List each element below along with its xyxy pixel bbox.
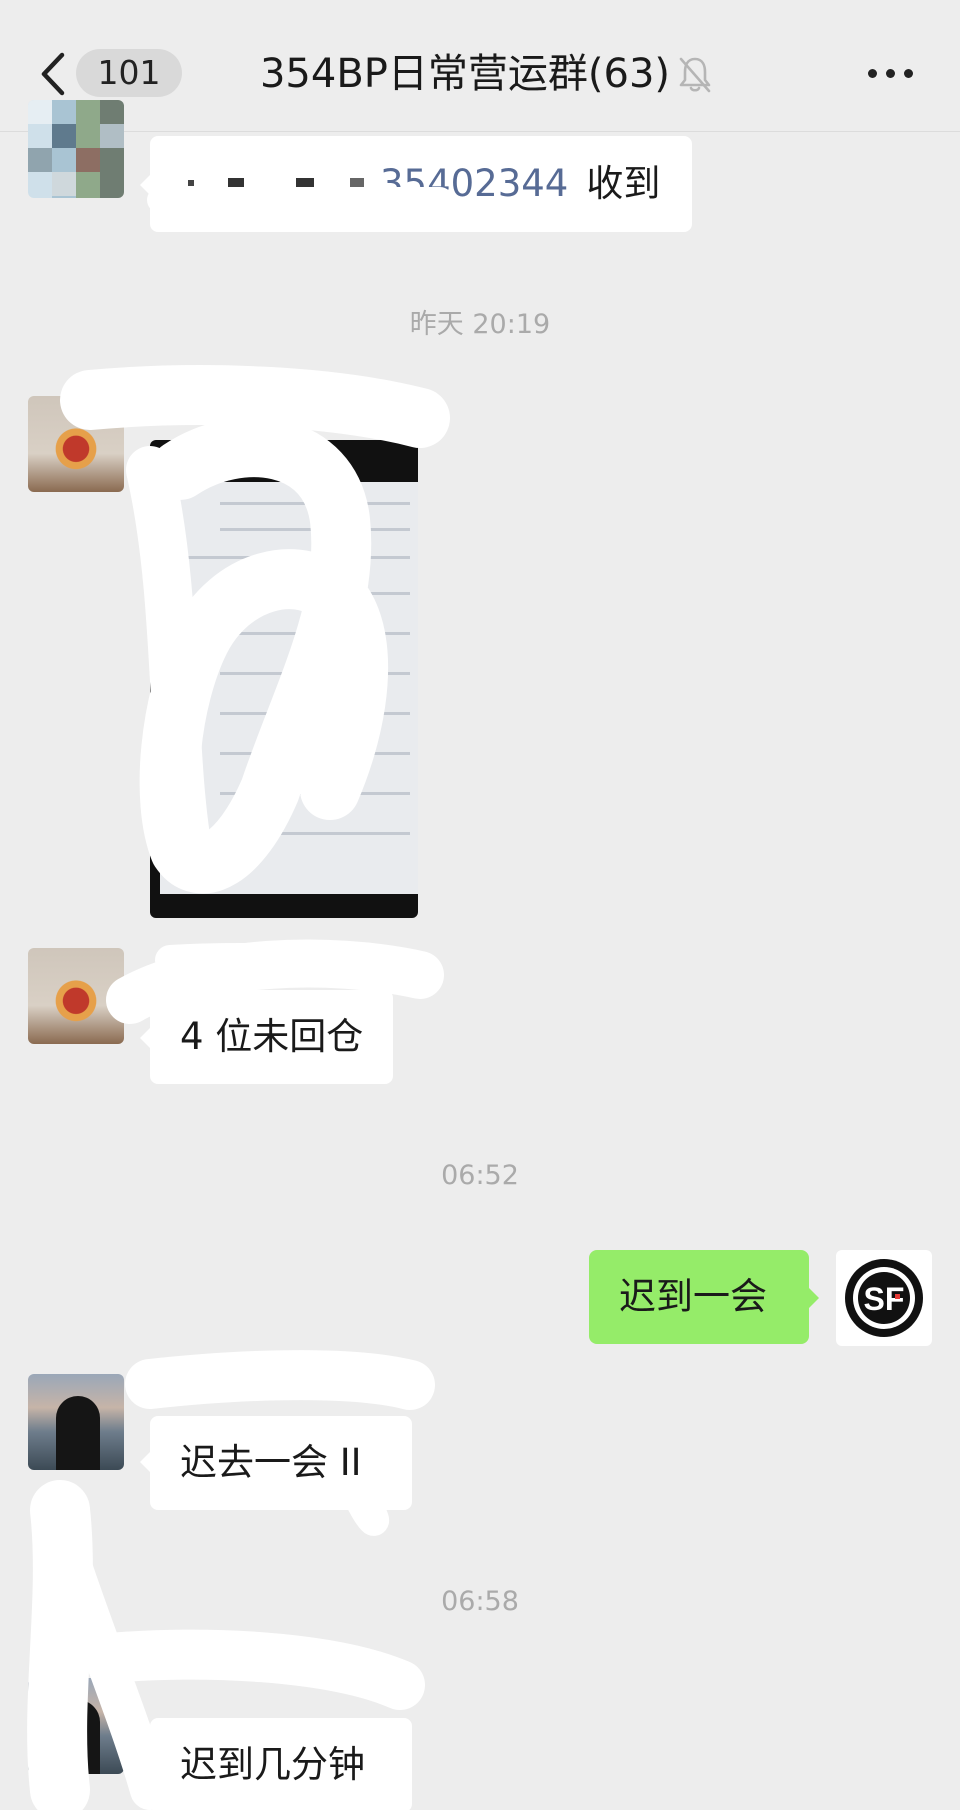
chevron-left-icon: [41, 52, 65, 96]
unread-count-badge: 101: [76, 49, 182, 97]
message-text: 收到: [586, 161, 661, 205]
bubble-tail: [140, 1452, 150, 1472]
bubble-tail: [140, 175, 150, 195]
message-bubble[interactable]: 迟去一会 II: [150, 1416, 412, 1510]
timestamp: 06:58: [441, 1586, 519, 1617]
phone-number-link[interactable]: 35402344: [380, 162, 568, 206]
message-text: 迟到一会: [619, 1274, 767, 1318]
screenshot-thumbnail: [160, 482, 418, 894]
message-bubble[interactable]: 4 位未回仓: [150, 990, 394, 1084]
avatar[interactable]: [28, 396, 124, 492]
message-bubble[interactable]: 35402344 收到: [150, 136, 692, 232]
redacted-text: [180, 162, 380, 206]
timestamp: 06:52: [441, 1160, 519, 1191]
bubble-tail: [809, 1288, 819, 1308]
back-button[interactable]: 101: [30, 45, 182, 101]
avatar[interactable]: [28, 100, 124, 198]
message-text: 迟去一会 II: [180, 1440, 362, 1484]
chat-title: 354BP日常营运群(63): [259, 51, 671, 97]
timestamp: 昨天 20:19: [409, 309, 551, 340]
bell-mute-icon: [679, 57, 711, 93]
sf-logo-icon: SF: [845, 1259, 923, 1337]
avatar[interactable]: [28, 1374, 124, 1470]
message-bubble[interactable]: 迟到一会: [589, 1250, 809, 1344]
bubble-tail: [140, 1028, 150, 1048]
message-bubble[interactable]: 迟到几分钟: [150, 1718, 412, 1810]
chat-header: 101 354BP日常营运群(63): [0, 0, 960, 132]
more-button[interactable]: [862, 58, 922, 88]
message-text: 迟到几分钟: [180, 1742, 365, 1786]
image-message[interactable]: [150, 440, 418, 918]
avatar-sf[interactable]: SF: [836, 1250, 932, 1346]
bubble-tail: [140, 1752, 150, 1772]
avatar[interactable]: [28, 948, 124, 1044]
avatar[interactable]: [28, 1678, 124, 1774]
message-text: 4 位未回仓: [180, 1014, 364, 1058]
redaction-scribbles: [27, 187, 453, 1810]
